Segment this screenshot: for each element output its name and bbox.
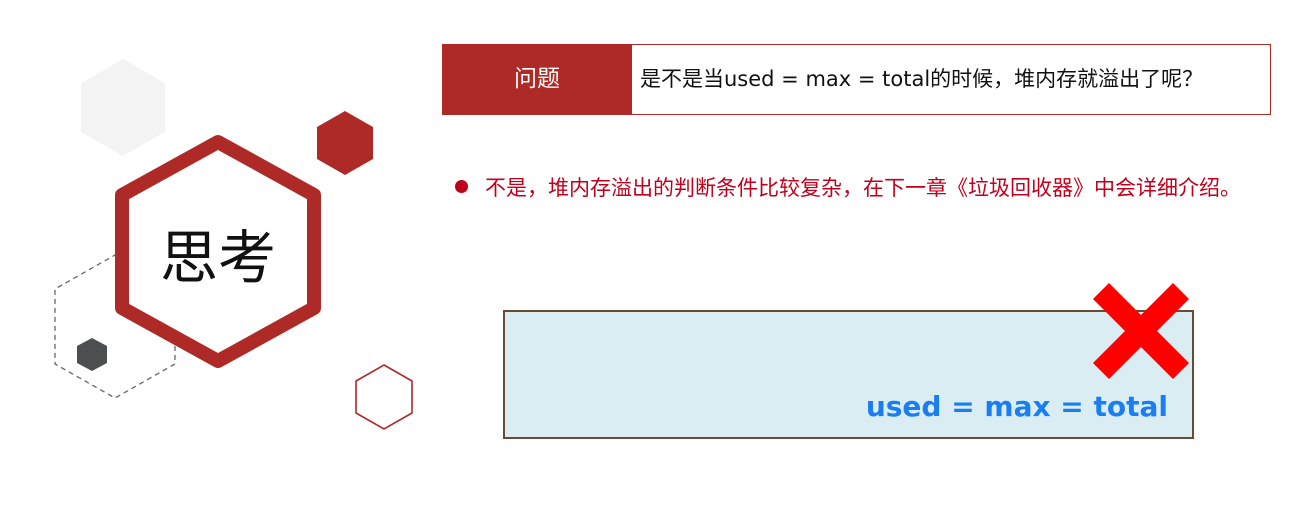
light-gray-hexagon xyxy=(81,59,165,156)
answer-text: 不是，堆内存溢出的判断条件比较复杂，在下一章《垃圾回收器》中会详细介绍。 xyxy=(485,176,1241,200)
memory-box-label: used = max = total xyxy=(865,390,1168,423)
red-x-cross-icon xyxy=(1093,283,1189,379)
dark-gray-hexagon xyxy=(77,338,107,371)
question-text: 是不是当used = max = total的时候，堆内存就溢出了呢？ xyxy=(632,44,1271,115)
bullet-dot-icon xyxy=(455,180,468,193)
question-label: 问题 xyxy=(442,44,632,115)
think-title: 思考 xyxy=(159,224,276,292)
small-red-hexagon xyxy=(317,111,373,175)
question-bar: 问题 是不是当used = max = total的时候，堆内存就溢出了呢？ xyxy=(442,44,1271,115)
red-outline-hexagon xyxy=(355,364,413,430)
answer-block: 不是，堆内存溢出的判断条件比较复杂，在下一章《垃圾回收器》中会详细介绍。 xyxy=(455,170,1255,207)
